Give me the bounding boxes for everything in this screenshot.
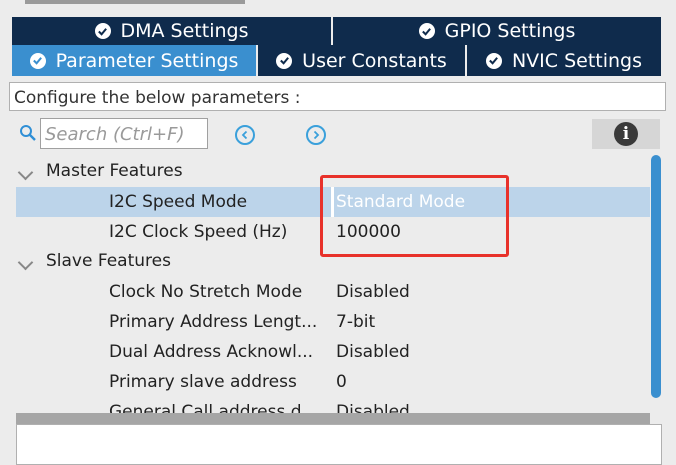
param-name: Primary Address Lengt...	[109, 312, 318, 332]
param-value[interactable]: Disabled	[336, 342, 410, 362]
tab-nvic-settings[interactable]: NVIC Settings	[467, 45, 663, 76]
highlight-annotation	[320, 175, 509, 257]
group-label: Master Features	[46, 161, 183, 181]
horizontal-scrollbar[interactable]	[16, 413, 650, 424]
check-circle-icon	[276, 52, 293, 69]
param-value[interactable]: 0	[336, 372, 347, 392]
previous-match-button[interactable]	[235, 125, 255, 145]
next-match-button[interactable]	[306, 125, 326, 145]
tab-label: User Constants	[302, 49, 447, 72]
param-name: Primary slave address	[109, 372, 297, 392]
tab-label: DMA Settings	[120, 20, 249, 42]
check-circle-icon	[94, 23, 111, 39]
param-name: I2C Clock Speed (Hz)	[109, 222, 288, 242]
param-row-clock-no-stretch[interactable]: Clock No Stretch Mode Disabled	[16, 277, 650, 307]
chevron-left-icon	[241, 130, 248, 140]
configure-description: Configure the below parameters :	[9, 82, 666, 111]
search-input[interactable]: Search (Ctrl+F)	[40, 118, 208, 149]
tab-label: GPIO Settings	[444, 20, 576, 42]
info-button[interactable]: i	[592, 119, 660, 149]
tab-user-constants[interactable]: User Constants	[258, 45, 467, 76]
search-icon	[19, 124, 37, 147]
check-circle-icon	[29, 52, 46, 69]
tab-label: NVIC Settings	[511, 49, 643, 72]
tab-parameter-settings[interactable]: Parameter Settings	[12, 45, 258, 76]
param-value[interactable]: Disabled	[336, 282, 410, 302]
tab-dma-settings[interactable]: DMA Settings	[12, 17, 333, 45]
param-row-general-call[interactable]: General Call address d... Disabled	[16, 397, 650, 413]
chevron-right-icon	[313, 130, 320, 140]
chevron-down-icon	[17, 254, 34, 271]
info-icon: i	[614, 122, 638, 146]
param-row-primary-slave-address[interactable]: Primary slave address 0	[16, 367, 650, 397]
param-name: I2C Speed Mode	[109, 192, 248, 212]
group-slave-features[interactable]: Slave Features	[16, 248, 316, 274]
vertical-scrollbar[interactable]	[651, 155, 661, 398]
top-scroll-indicator	[25, 0, 245, 4]
check-circle-icon	[485, 52, 502, 69]
tab-gpio-settings[interactable]: GPIO Settings	[333, 17, 663, 45]
param-value[interactable]: 7-bit	[336, 312, 375, 332]
group-master-features[interactable]: Master Features	[16, 158, 316, 184]
param-row-primary-address-length[interactable]: Primary Address Lengt... 7-bit	[16, 307, 650, 337]
group-label: Slave Features	[46, 251, 171, 271]
tab-label: Parameter Settings	[55, 49, 239, 72]
description-panel	[16, 424, 662, 465]
param-row-dual-address-ack[interactable]: Dual Address Acknowl... Disabled	[16, 337, 650, 367]
param-name: General Call address d...	[109, 402, 318, 413]
param-name: Clock No Stretch Mode	[109, 282, 303, 302]
param-name: Dual Address Acknowl...	[109, 342, 314, 362]
param-value[interactable]: Disabled	[336, 402, 410, 413]
check-circle-icon	[418, 23, 435, 39]
chevron-down-icon	[17, 164, 34, 181]
